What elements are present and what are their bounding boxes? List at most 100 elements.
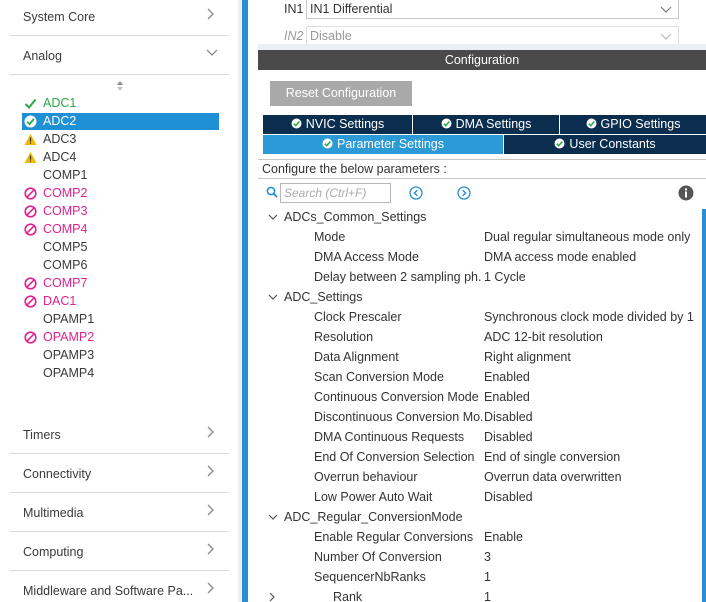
param-value: 3 [484, 550, 491, 564]
param-row-sequencer-nb-ranks[interactable]: SequencerNbRanks 1 [258, 567, 706, 587]
param-row-number-of-conversion[interactable]: Number Of Conversion 3 [258, 547, 706, 567]
in1-select[interactable]: IN1 Differential [306, 0, 679, 19]
peripheral-item-adc2[interactable]: ADC2 [22, 113, 219, 130]
param-row-clock-prescaler[interactable]: Clock Prescaler Synchronous clock mode d… [258, 307, 706, 327]
peripheral-item-adc1[interactable]: ADC1 [22, 95, 219, 112]
peripheral-item-comp4[interactable]: COMP4 [22, 221, 219, 238]
sort-icon[interactable] [116, 80, 124, 92]
check-circle-icon [441, 118, 452, 129]
param-name: Enable Regular Conversions [314, 530, 474, 544]
app-root: System Core Analog ADC1 ADC2 ADC3 ADC4 C… [0, 0, 706, 602]
panel-splitter[interactable] [238, 0, 258, 602]
category-system-core[interactable]: System Core [10, 0, 229, 36]
tab-dma-settings[interactable]: DMA Settings [413, 115, 560, 134]
param-row-overrun-behaviour[interactable]: Overrun behaviour Overrun data overwritt… [258, 467, 706, 487]
param-row-data-alignment[interactable]: Data Alignment Right alignment [258, 347, 706, 367]
peripheral-item-comp5[interactable]: COMP5 [22, 239, 219, 256]
category-multimedia[interactable]: Multimedia [10, 494, 229, 532]
search-icon [266, 186, 278, 198]
peripheral-item-comp2[interactable]: COMP2 [22, 185, 219, 202]
param-row-scan-conversion[interactable]: Scan Conversion Mode Enabled [258, 367, 706, 387]
mode-label: IN2 [284, 29, 304, 43]
peripheral-item-comp1[interactable]: COMP1 [22, 167, 219, 184]
peripheral-item-comp3[interactable]: COMP3 [22, 203, 219, 220]
chevron-right-icon [205, 542, 217, 558]
category-label: Middleware and Software Pa... [23, 584, 194, 598]
group-adcs-common-settings[interactable]: ADCs_Common_Settings [258, 207, 706, 227]
mode-row-in1: IN1 IN1 Differential [258, 0, 706, 21]
category-label: System Core [23, 10, 96, 24]
param-row-dma-access-mode[interactable]: DMA Access Mode DMA access mode enabled [258, 247, 706, 267]
param-value: Overrun data overwritten [484, 470, 622, 484]
param-row-rank[interactable]: Rank 1 [258, 587, 706, 602]
param-name: DMA Access Mode [314, 250, 419, 264]
tab-user-constants[interactable]: User Constants [504, 135, 706, 154]
param-row-resolution[interactable]: Resolution ADC 12-bit resolution [258, 327, 706, 347]
category-connectivity[interactable]: Connectivity [10, 455, 229, 493]
chevron-right-icon [205, 503, 217, 519]
vertical-scrollbar[interactable] [702, 209, 706, 602]
param-row-dma-continuous-requests[interactable]: DMA Continuous Requests Disabled [258, 427, 706, 447]
tab-nvic-settings[interactable]: NVIC Settings [263, 115, 413, 134]
blocked-icon [24, 187, 37, 200]
tab-gpio-settings[interactable]: GPIO Settings [560, 115, 706, 134]
param-value: Enabled [484, 370, 530, 384]
category-computing[interactable]: Computing [10, 533, 229, 571]
configuration-panel: IN1 IN1 Differential IN2 Disable Configu… [258, 0, 706, 602]
param-value: Dual regular simultaneous mode only [484, 230, 691, 244]
chevron-right-icon [205, 464, 217, 480]
chevron-down-icon [660, 33, 672, 40]
category-timers[interactable]: Timers [10, 416, 229, 454]
param-value: Disabled [484, 430, 533, 444]
in2-select[interactable]: Disable [306, 26, 679, 46]
param-row-discontinuous-conversion[interactable]: Discontinuous Conversion Mo... Disabled [258, 407, 706, 427]
check-circle-icon [554, 138, 565, 149]
peripheral-item-opamp4[interactable]: OPAMP4 [22, 365, 219, 382]
peripheral-label: OPAMP3 [43, 348, 95, 362]
peripheral-item-dac1[interactable]: DAC1 [22, 293, 219, 310]
peripheral-label: COMP6 [43, 258, 88, 272]
group-adc-regular-conversion-mode[interactable]: ADC_Regular_ConversionMode [258, 507, 706, 527]
chevron-down-icon [268, 294, 278, 300]
check-circle-icon [586, 118, 597, 129]
peripheral-item-opamp2[interactable]: OPAMP2 [22, 329, 219, 346]
peripheral-item-adc4[interactable]: ADC4 [22, 149, 219, 166]
tab-parameter-settings[interactable]: Parameter Settings [263, 135, 504, 154]
group-adc-settings[interactable]: ADC_Settings [258, 287, 706, 307]
check-circle-icon [322, 138, 333, 149]
tab-label: NVIC Settings [305, 117, 385, 131]
search-input[interactable] [280, 183, 391, 203]
param-row-continuous-conversion[interactable]: Continuous Conversion Mode Enabled [258, 387, 706, 407]
warning-icon [24, 152, 37, 163]
peripheral-item-adc3[interactable]: ADC3 [22, 131, 219, 148]
param-value: Enable [484, 530, 523, 544]
param-row-mode[interactable]: Mode Dual regular simultaneous mode only [258, 227, 706, 247]
param-row-end-of-conversion[interactable]: End Of Conversion Selection End of singl… [258, 447, 706, 467]
check-circle-icon [24, 115, 37, 128]
param-row-sampling-delay[interactable]: Delay between 2 sampling ph... 1 Cycle [258, 267, 706, 287]
param-name: End Of Conversion Selection [314, 450, 475, 464]
search-previous-icon[interactable] [409, 186, 423, 200]
param-name: Scan Conversion Mode [314, 370, 444, 384]
peripheral-item-opamp1[interactable]: OPAMP1 [22, 311, 219, 328]
param-value: Enabled [484, 390, 530, 404]
mode-label: IN1 [284, 2, 304, 16]
splitter-bar[interactable] [242, 0, 248, 602]
info-icon[interactable] [678, 185, 694, 201]
category-analog[interactable]: Analog [10, 37, 229, 75]
category-middleware[interactable]: Middleware and Software Pa... [10, 572, 229, 602]
param-row-enable-regular-conversions[interactable]: Enable Regular Conversions Enable [258, 527, 706, 547]
select-value: IN1 Differential [310, 2, 393, 16]
peripheral-item-opamp3[interactable]: OPAMP3 [22, 347, 219, 364]
param-value: DMA access mode enabled [484, 250, 637, 264]
param-name: Low Power Auto Wait [314, 490, 433, 504]
peripheral-label: COMP5 [43, 240, 88, 254]
param-name: Clock Prescaler [314, 310, 402, 324]
category-label: Analog [23, 49, 62, 63]
search-next-icon[interactable] [457, 186, 471, 200]
peripheral-item-comp6[interactable]: COMP6 [22, 257, 219, 274]
param-row-low-power-auto-wait[interactable]: Low Power Auto Wait Disabled [258, 487, 706, 507]
peripheral-item-comp7[interactable]: COMP7 [22, 275, 219, 292]
reset-configuration-button[interactable]: Reset Configuration [270, 81, 412, 106]
peripheral-label: ADC3 [43, 132, 77, 146]
